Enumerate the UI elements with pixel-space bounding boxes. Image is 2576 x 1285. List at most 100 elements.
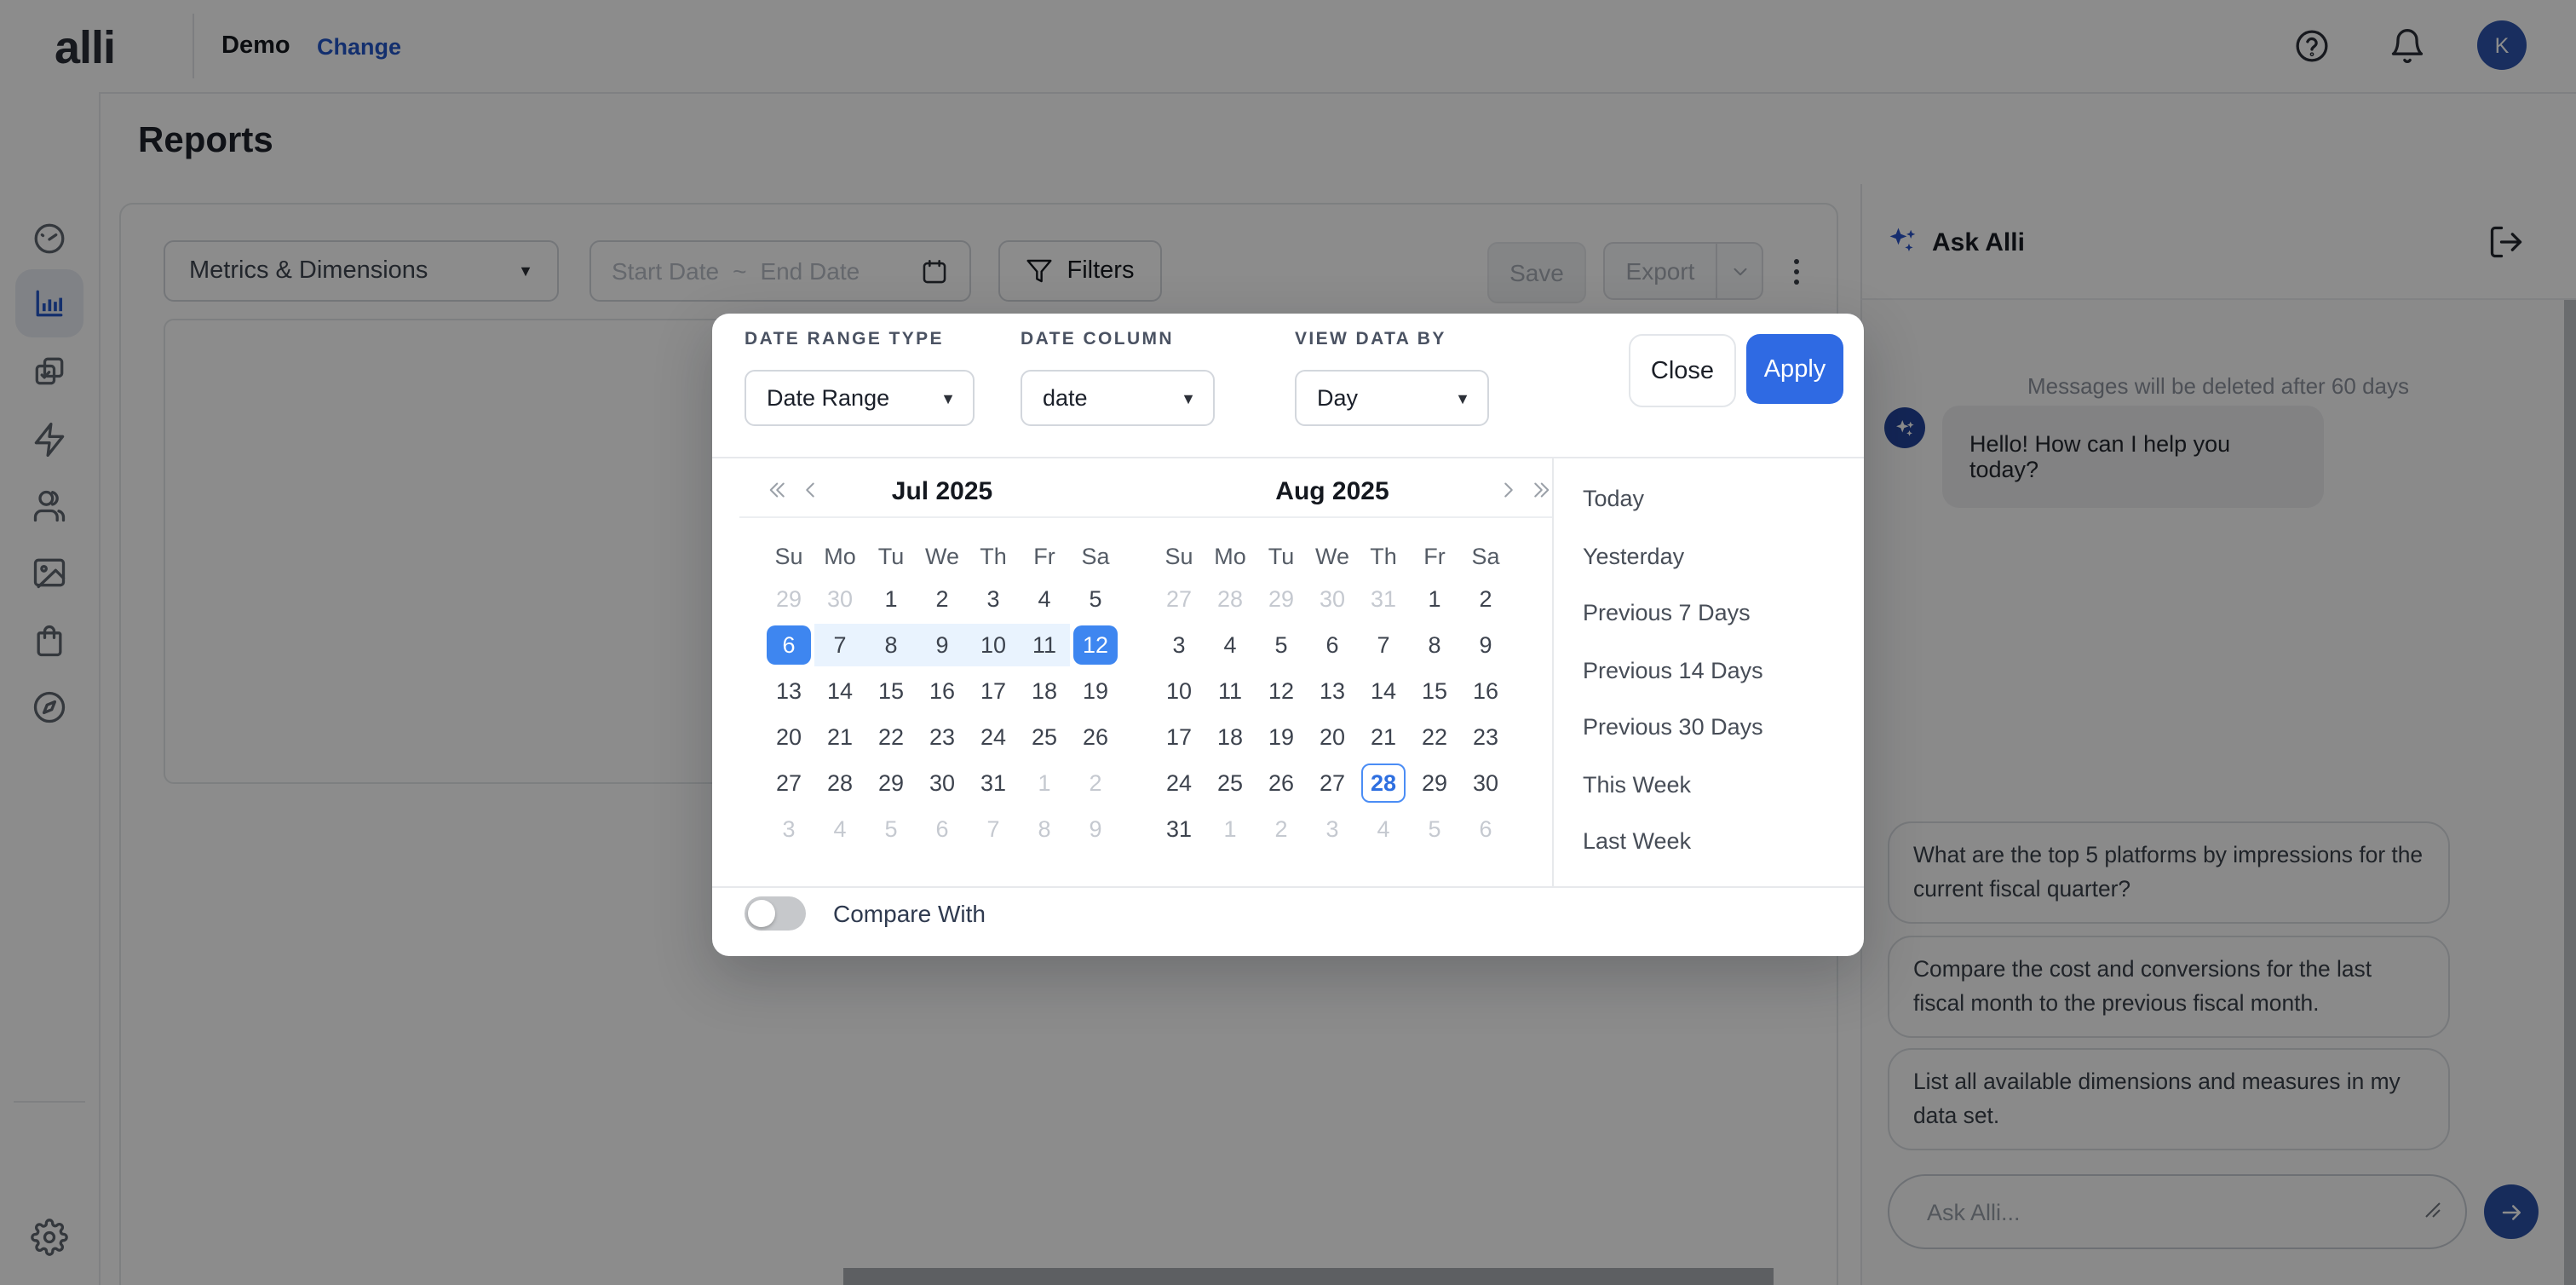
calendar-day[interactable]: 27 <box>1307 760 1358 806</box>
calendar-day[interactable]: 3 <box>763 806 814 852</box>
calendar-day[interactable]: 1 <box>865 576 917 622</box>
calendar-day[interactable]: 11 <box>1205 668 1256 714</box>
calendar-day[interactable]: 19 <box>1256 714 1307 760</box>
preset-option[interactable]: Previous 14 Days <box>1583 642 1855 699</box>
calendar-day[interactable]: 11 <box>1019 624 1070 666</box>
calendar-day[interactable]: 27 <box>1153 576 1205 622</box>
calendar-day[interactable]: 4 <box>1358 806 1409 852</box>
calendar-day[interactable]: 15 <box>865 668 917 714</box>
calendar-day[interactable]: 25 <box>1019 714 1070 760</box>
calendar-day[interactable]: 30 <box>917 760 968 806</box>
calendar-day[interactable]: 23 <box>1460 714 1511 760</box>
preset-option[interactable]: This Week <box>1583 756 1855 813</box>
calendar-day[interactable]: 22 <box>1409 714 1460 760</box>
calendar-day[interactable]: 16 <box>917 668 968 714</box>
calendar-day[interactable]: 12 <box>1073 625 1118 665</box>
calendar-day[interactable]: 2 <box>1460 576 1511 622</box>
compare-with-toggle[interactable] <box>745 896 806 931</box>
calendar-day[interactable]: 31 <box>968 760 1019 806</box>
calendar-day[interactable]: 18 <box>1205 714 1256 760</box>
view-data-by-select[interactable]: Day ▼ <box>1295 370 1489 426</box>
calendar-day[interactable]: 29 <box>1256 576 1307 622</box>
prev-month-button[interactable] <box>794 474 825 504</box>
calendar-day[interactable]: 1 <box>1409 576 1460 622</box>
calendar-day[interactable]: 10 <box>968 624 1019 666</box>
calendar-day[interactable]: 5 <box>1070 576 1121 622</box>
preset-option[interactable]: Last Week <box>1583 813 1855 870</box>
calendar-day[interactable]: 28 <box>814 760 865 806</box>
calendar-day[interactable]: 19 <box>1070 668 1121 714</box>
calendar-day[interactable]: 29 <box>1409 760 1460 806</box>
calendar-day[interactable]: 12 <box>1256 668 1307 714</box>
calendar-day[interactable]: 16 <box>1460 668 1511 714</box>
calendar-day[interactable]: 8 <box>1019 806 1070 852</box>
prev-year-button[interactable] <box>760 474 791 504</box>
calendar-day[interactable]: 7 <box>814 624 865 666</box>
calendar-day[interactable]: 17 <box>1153 714 1205 760</box>
calendar-day[interactable]: 5 <box>1256 622 1307 668</box>
calendar-day[interactable]: 31 <box>1358 576 1409 622</box>
calendar-day[interactable]: 17 <box>968 668 1019 714</box>
calendar-day[interactable]: 25 <box>1205 760 1256 806</box>
preset-option[interactable]: Today <box>1583 470 1855 527</box>
calendar-day[interactable]: 20 <box>763 714 814 760</box>
calendar-day[interactable]: 3 <box>1307 806 1358 852</box>
calendar-day[interactable]: 18 <box>1019 668 1070 714</box>
calendar-day[interactable]: 8 <box>1409 622 1460 668</box>
preset-option[interactable]: Previous 30 Days <box>1583 699 1855 756</box>
calendar-day[interactable]: 3 <box>1153 622 1205 668</box>
calendar-day[interactable]: 6 <box>1460 806 1511 852</box>
calendar-day[interactable]: 2 <box>1070 760 1121 806</box>
calendar-day[interactable]: 31 <box>1153 806 1205 852</box>
next-month-button[interactable] <box>1492 474 1523 504</box>
calendar-day[interactable]: 27 <box>763 760 814 806</box>
calendar-day[interactable]: 3 <box>968 576 1019 622</box>
calendar-day[interactable]: 26 <box>1070 714 1121 760</box>
calendar-day[interactable]: 1 <box>1205 806 1256 852</box>
calendar-day[interactable]: 30 <box>1460 760 1511 806</box>
calendar-day[interactable]: 1 <box>1019 760 1070 806</box>
calendar-day[interactable]: 6 <box>917 806 968 852</box>
calendar-day[interactable]: 7 <box>968 806 1019 852</box>
calendar-day[interactable]: 20 <box>1307 714 1358 760</box>
calendar-day[interactable]: 4 <box>814 806 865 852</box>
calendar-day[interactable]: 28 <box>1361 764 1406 803</box>
date-range-type-select[interactable]: Date Range ▼ <box>745 370 975 426</box>
apply-button[interactable]: Apply <box>1746 334 1843 404</box>
calendar-day[interactable]: 26 <box>1256 760 1307 806</box>
calendar-day[interactable]: 24 <box>968 714 1019 760</box>
calendar-day[interactable]: 14 <box>1358 668 1409 714</box>
calendar-day[interactable]: 5 <box>1409 806 1460 852</box>
calendar-day[interactable]: 9 <box>1460 622 1511 668</box>
date-column-select[interactable]: date ▼ <box>1021 370 1215 426</box>
calendar-day[interactable]: 28 <box>1205 576 1256 622</box>
calendar-day[interactable]: 24 <box>1153 760 1205 806</box>
calendar-day[interactable]: 8 <box>865 624 917 666</box>
calendar-day[interactable]: 30 <box>1307 576 1358 622</box>
calendar-day[interactable]: 21 <box>1358 714 1409 760</box>
calendar-day[interactable]: 22 <box>865 714 917 760</box>
calendar-day[interactable]: 9 <box>917 624 968 666</box>
calendar-day[interactable]: 9 <box>1070 806 1121 852</box>
calendar-day[interactable]: 6 <box>1307 622 1358 668</box>
calendar-day[interactable]: 2 <box>917 576 968 622</box>
calendar-day[interactable]: 4 <box>1019 576 1070 622</box>
preset-option[interactable]: Yesterday <box>1583 527 1855 585</box>
calendar-day[interactable]: 30 <box>814 576 865 622</box>
calendar-day[interactable]: 5 <box>865 806 917 852</box>
calendar-day[interactable]: 7 <box>1358 622 1409 668</box>
calendar-day[interactable]: 21 <box>814 714 865 760</box>
close-button[interactable]: Close <box>1629 334 1736 407</box>
calendar-day[interactable]: 13 <box>1307 668 1358 714</box>
calendar-day[interactable]: 29 <box>865 760 917 806</box>
calendar-day[interactable]: 14 <box>814 668 865 714</box>
calendar-day[interactable]: 10 <box>1153 668 1205 714</box>
calendar-day[interactable]: 15 <box>1409 668 1460 714</box>
calendar-day[interactable]: 29 <box>763 576 814 622</box>
calendar-day[interactable]: 2 <box>1256 806 1307 852</box>
calendar-day[interactable]: 6 <box>767 625 811 665</box>
calendar-day[interactable]: 13 <box>763 668 814 714</box>
calendar-day[interactable]: 4 <box>1205 622 1256 668</box>
preset-option[interactable]: Previous 7 Days <box>1583 585 1855 642</box>
calendar-day[interactable]: 23 <box>917 714 968 760</box>
